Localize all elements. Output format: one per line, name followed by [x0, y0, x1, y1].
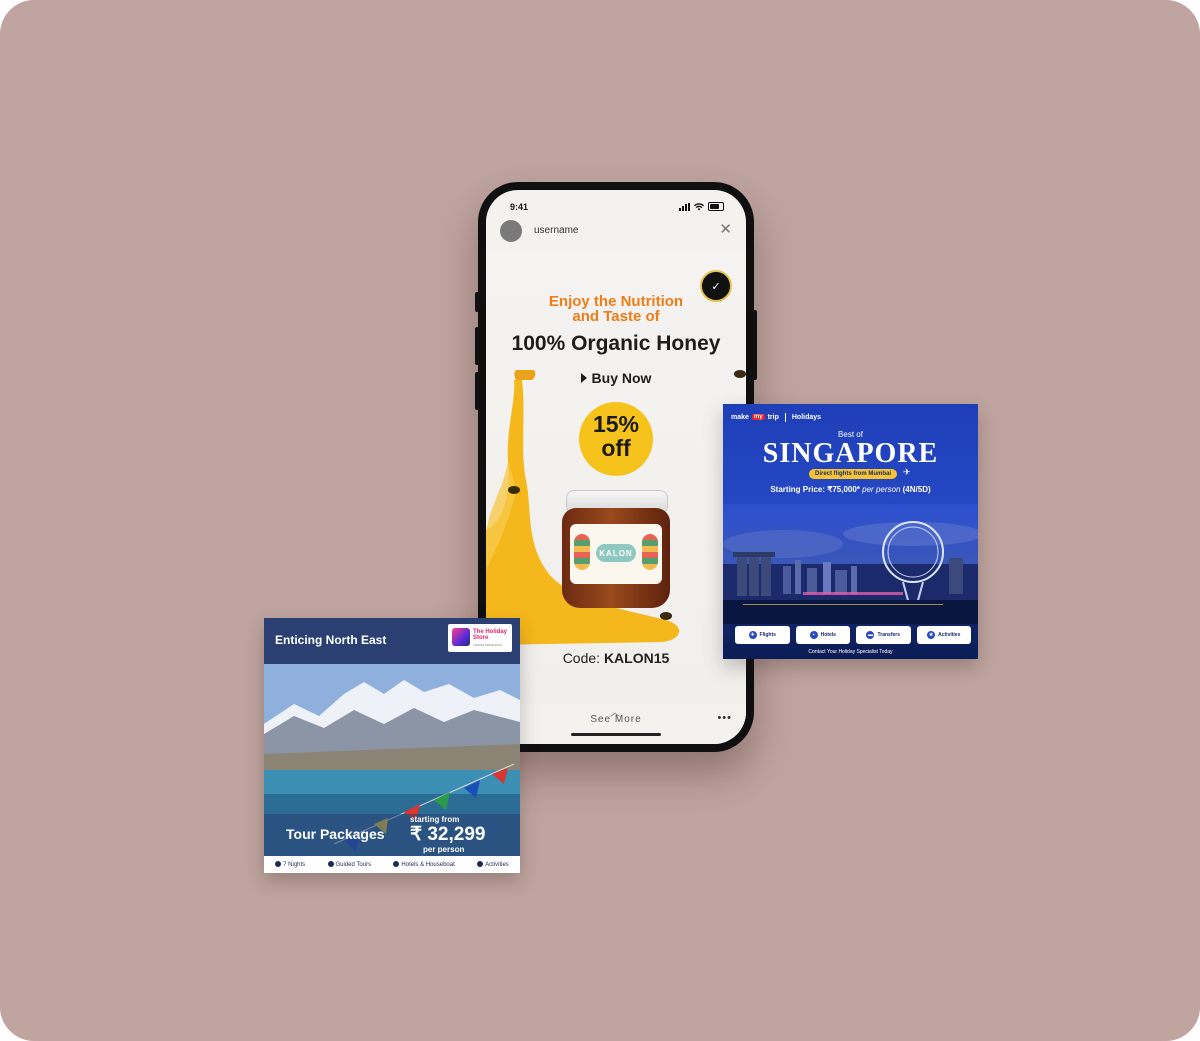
hotel-icon: ▪ — [809, 631, 818, 639]
feature-nights: 7 Nights — [275, 861, 305, 868]
backdrop: 9:41 username ✕ ✓ Enjoy the Nutrition an… — [0, 0, 1200, 1041]
avatar[interactable] — [500, 220, 522, 242]
plane-icon: ✈ — [748, 631, 757, 639]
moon-icon — [275, 861, 282, 867]
ad-headline-orange: Enjoy the Nutrition and Taste of — [486, 294, 746, 324]
activity-icon — [477, 861, 484, 867]
wifi-icon — [694, 202, 704, 210]
activity-icon: ★ — [927, 631, 936, 639]
honey-jar-image: KALON — [562, 490, 670, 610]
feature-nights-label: 7 Nights — [283, 862, 306, 868]
status-bar: 9:41 — [510, 202, 724, 216]
home-indicator — [571, 733, 661, 736]
per-person-label: per person — [423, 845, 465, 854]
flower-pattern-right — [642, 534, 658, 570]
signal-icon — [679, 202, 690, 211]
brand-trip: trip — [767, 413, 779, 421]
close-icon[interactable]: ✕ — [719, 222, 732, 238]
ad-headline-line2: and Taste of — [572, 308, 660, 325]
car-icon: ▬ — [866, 631, 875, 639]
feature-hotels-label: Hotels & Houseboat — [401, 862, 455, 868]
ad-headline-main: 100% Organic Honey — [511, 332, 721, 355]
tile-hotels[interactable]: ▪ Hotels — [795, 626, 850, 644]
feature-activities-label: Activities — [485, 862, 509, 868]
logo-tagline: TRAVEL MADE EASY — [473, 643, 503, 647]
feature-activities: Activities — [477, 861, 509, 868]
promo-code: Code: KALON15 — [486, 650, 746, 666]
phone-volume-up — [475, 327, 479, 365]
tour-packages-label: Tour Packages — [286, 826, 385, 842]
promo-code-value: KALON15 — [603, 650, 670, 666]
hotel-icon — [393, 861, 400, 867]
plane-icon: ✈ — [903, 467, 911, 477]
discount-off: off — [601, 435, 631, 461]
singapore-ad-card[interactable]: make my trip Holidays Best of SINGAPORE … — [723, 404, 978, 659]
ad-headline-line1: Enjoy the Nutrition — [548, 293, 684, 310]
phone-screen: 9:41 username ✕ ✓ Enjoy the Nutrition an… — [486, 190, 746, 744]
phone-volume-down — [475, 372, 479, 410]
status-time: 9:41 — [510, 202, 529, 212]
more-options-icon[interactable]: ••• — [717, 712, 732, 724]
feature-guided-tours: Guided Tours — [327, 861, 372, 868]
tile-hotels-label: Hotels — [820, 632, 836, 638]
jar-brand: KALON — [596, 544, 636, 562]
logo-text: The Holiday Store — [473, 629, 507, 641]
brand-make: make — [731, 413, 749, 421]
story-header: username ✕ — [500, 220, 732, 242]
tile-transfers-label: Transfers — [877, 632, 900, 638]
feature-guided-tours-label: Guided Tours — [335, 862, 372, 868]
tile-activities[interactable]: ★ Activities — [916, 626, 971, 644]
tile-flights-label: Flights — [759, 632, 776, 638]
username-label[interactable]: username — [534, 225, 578, 236]
phone-power-button — [753, 310, 757, 380]
logo-line2: Store — [473, 635, 489, 641]
makemytrip-logo: make my trip Holidays — [731, 411, 821, 423]
feature-bar: 7 Nights Guided Tours Hotels & Houseboat… — [264, 856, 520, 873]
holiday-store-logo: The Holiday Store TRAVEL MADE EASY — [448, 624, 512, 652]
tour-price: ₹ 32,299 — [410, 824, 486, 845]
feature-hotels: Hotels & Houseboat — [393, 861, 455, 868]
guide-icon — [327, 861, 334, 867]
singapore-title: SINGAPORE — [762, 438, 939, 469]
brand-section: Holidays — [791, 413, 822, 421]
price-amount: Starting Price: ₹75,000* — [770, 485, 860, 494]
see-more-bar[interactable]: ︿ See More ••• — [486, 704, 746, 744]
honey-ad[interactable]: ✓ Enjoy the Nutrition and Taste of 100% … — [486, 252, 746, 704]
tile-transfers[interactable]: ▬ Transfers — [856, 626, 911, 644]
discount-percent: 15% — [592, 411, 640, 437]
brand-my: my — [751, 414, 765, 420]
price-duration: (4N/5D) — [902, 485, 931, 494]
north-east-heading: Enticing North East — [275, 633, 387, 647]
contact-specialist-text: Contact Your Holiday Specialist Today — [808, 649, 893, 655]
flower-pattern-left — [574, 534, 590, 570]
holiday-store-logo-icon — [452, 628, 470, 646]
north-east-ad-card[interactable]: Enticing North East The Holiday Store TRA… — [264, 618, 520, 873]
singapore-skyline-image — [723, 504, 978, 624]
price-per-person: per person — [862, 485, 901, 494]
tile-activities-label: Activities — [938, 632, 961, 638]
promo-code-label: Code: — [562, 650, 601, 666]
battery-icon — [708, 202, 724, 211]
tile-flights[interactable]: ✈ Flights — [735, 626, 790, 644]
direct-flights-pill: Direct flights from Mumbai — [809, 469, 898, 479]
brand-divider — [784, 412, 786, 422]
phone-side-button — [475, 292, 479, 312]
see-more-label[interactable]: See More — [486, 714, 746, 725]
discount-badge: 15% off — [579, 402, 653, 476]
starting-price: Starting Price: ₹75,000* per person (4N/… — [723, 485, 978, 494]
feature-tiles: ✈ Flights ▪ Hotels ▬ Transfers ★ Activities — [735, 626, 971, 646]
